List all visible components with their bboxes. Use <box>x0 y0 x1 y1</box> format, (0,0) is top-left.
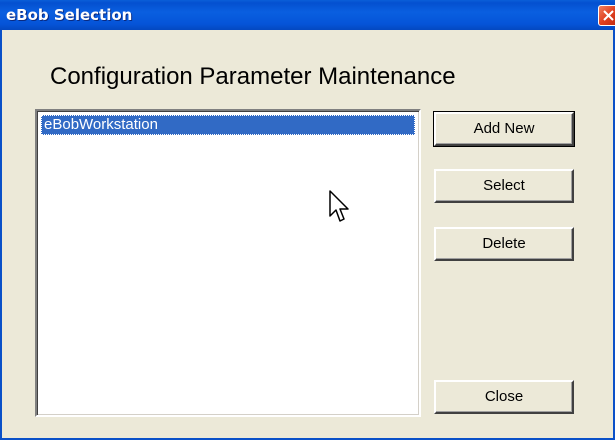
mouse-pointer-icon <box>329 190 349 222</box>
window-title: eBob Selection <box>6 6 133 24</box>
page-title: Configuration Parameter Maintenance <box>50 63 456 90</box>
close-icon <box>603 10 614 21</box>
dialog-window: eBob Selection Configuration Parameter M… <box>0 0 615 440</box>
configuration-listbox[interactable]: eBobWorkstation <box>35 109 421 417</box>
title-bar[interactable]: eBob Selection <box>0 0 615 30</box>
add-new-button[interactable]: Add New <box>433 111 575 147</box>
list-item[interactable]: eBobWorkstation <box>41 115 415 135</box>
close-window-button[interactable] <box>598 5 615 26</box>
select-button[interactable]: Select <box>434 169 574 203</box>
close-button[interactable]: Close <box>434 380 574 414</box>
delete-button[interactable]: Delete <box>434 227 574 261</box>
